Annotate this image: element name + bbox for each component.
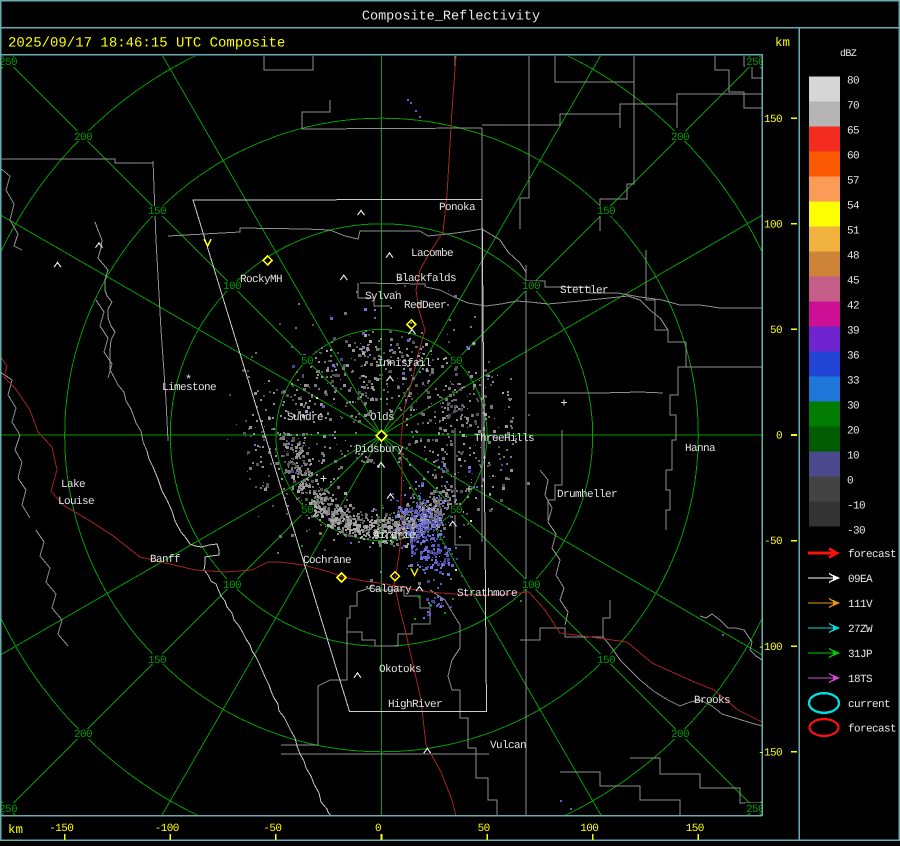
- svg-text:200: 200: [671, 729, 689, 741]
- svg-text:36: 36: [847, 351, 859, 363]
- svg-text:200: 200: [74, 729, 92, 741]
- svg-text:Sylvan: Sylvan: [365, 291, 401, 303]
- svg-text:200: 200: [74, 132, 92, 144]
- svg-text:42: 42: [847, 301, 859, 313]
- svg-text:150: 150: [148, 655, 166, 667]
- svg-text:150: 150: [597, 206, 615, 218]
- svg-text:250: 250: [0, 804, 17, 816]
- svg-text:Composite_Reflectivity: Composite_Reflectivity: [362, 10, 540, 25]
- svg-text:Brooks: Brooks: [694, 695, 730, 707]
- svg-text:50: 50: [478, 823, 490, 835]
- svg-text:dBZ: dBZ: [840, 48, 857, 60]
- svg-text:50: 50: [301, 356, 313, 368]
- svg-text:Innisfail: Innisfail: [377, 358, 431, 370]
- svg-text:*: *: [185, 373, 192, 387]
- svg-text:km: km: [775, 36, 790, 50]
- svg-text:Cochrane: Cochrane: [303, 555, 351, 567]
- svg-text:54: 54: [847, 201, 860, 213]
- svg-text:48: 48: [847, 251, 859, 263]
- svg-text:50: 50: [770, 325, 782, 337]
- svg-text:100: 100: [223, 580, 241, 592]
- svg-text:27ZW: 27ZW: [848, 624, 873, 636]
- svg-text:Sundre: Sundre: [287, 412, 323, 424]
- svg-text:200: 200: [671, 132, 689, 144]
- svg-text:20: 20: [847, 426, 859, 438]
- svg-text:forecast: forecast: [848, 724, 896, 736]
- svg-text:51: 51: [847, 226, 860, 238]
- svg-text:Lake: Lake: [61, 479, 85, 491]
- svg-text:Vulcan: Vulcan: [490, 740, 526, 752]
- svg-text:150: 150: [597, 655, 615, 667]
- svg-text:18TS: 18TS: [848, 674, 873, 686]
- svg-text:Airdrie: Airdrie: [373, 530, 415, 542]
- svg-text:RockyMH: RockyMH: [240, 274, 282, 286]
- svg-text:50: 50: [450, 356, 462, 368]
- svg-text:45: 45: [847, 276, 859, 288]
- svg-text:forecast: forecast: [848, 549, 896, 561]
- svg-text:0: 0: [375, 823, 381, 835]
- svg-text:250: 250: [746, 57, 764, 69]
- svg-text:100: 100: [223, 281, 241, 293]
- svg-text:Louise: Louise: [58, 496, 94, 508]
- svg-text:-100: -100: [758, 642, 782, 654]
- svg-text:current: current: [848, 699, 890, 711]
- svg-text:-10: -10: [847, 501, 865, 513]
- svg-text:Calgary: Calgary: [369, 584, 412, 596]
- svg-text:-150: -150: [49, 823, 73, 835]
- svg-text:31JP: 31JP: [848, 649, 873, 661]
- svg-text:Ponoka: Ponoka: [439, 202, 476, 214]
- svg-text:100: 100: [764, 219, 782, 231]
- svg-text:250: 250: [746, 804, 764, 816]
- svg-text:Banff: Banff: [150, 554, 180, 566]
- svg-text:150: 150: [764, 114, 782, 126]
- svg-text:Hanna: Hanna: [685, 443, 716, 455]
- svg-text:HighRiver: HighRiver: [388, 699, 442, 711]
- svg-text:111V: 111V: [848, 599, 873, 611]
- svg-text:Okotoks: Okotoks: [379, 664, 421, 676]
- svg-text:Drumheller: Drumheller: [557, 489, 617, 501]
- svg-text:150: 150: [148, 206, 166, 218]
- svg-text:09EA: 09EA: [848, 574, 873, 586]
- svg-text:*: *: [470, 340, 477, 354]
- svg-text:65: 65: [847, 126, 859, 138]
- svg-text:Didsbury: Didsbury: [355, 444, 404, 456]
- svg-text:-50: -50: [263, 823, 281, 835]
- svg-text:50: 50: [450, 505, 462, 517]
- svg-text:250: 250: [0, 57, 17, 69]
- svg-text:Stettler: Stettler: [560, 285, 608, 297]
- svg-text:Blackfalds: Blackfalds: [396, 273, 456, 285]
- svg-text:100: 100: [522, 580, 540, 592]
- svg-text:-30: -30: [847, 526, 865, 538]
- svg-text:100: 100: [580, 823, 598, 835]
- svg-text:Lacombe: Lacombe: [411, 248, 453, 260]
- svg-text:Strathmore: Strathmore: [457, 588, 517, 600]
- svg-text:33: 33: [847, 376, 859, 388]
- svg-text:100: 100: [522, 281, 540, 293]
- svg-text:0: 0: [776, 431, 782, 443]
- svg-text:57: 57: [847, 176, 859, 188]
- svg-text:ThreeHills: ThreeHills: [474, 433, 534, 445]
- svg-text:60: 60: [847, 151, 859, 163]
- svg-text:Olds: Olds: [370, 412, 394, 424]
- svg-text:50: 50: [301, 505, 313, 517]
- svg-text:30: 30: [847, 401, 859, 413]
- svg-text:km: km: [8, 823, 23, 837]
- svg-text:80: 80: [847, 76, 859, 88]
- svg-text:2025/09/17 18:46:15 UTC Compos: 2025/09/17 18:46:15 UTC Composite: [8, 36, 285, 52]
- svg-text:0: 0: [847, 476, 853, 488]
- svg-text:150: 150: [686, 823, 704, 835]
- svg-text:39: 39: [847, 326, 859, 338]
- svg-text:70: 70: [847, 101, 859, 113]
- svg-text:-100: -100: [155, 823, 179, 835]
- svg-text:RedDeer: RedDeer: [404, 300, 446, 312]
- svg-text:-150: -150: [758, 747, 782, 759]
- svg-text:10: 10: [847, 451, 859, 463]
- svg-text:-50: -50: [764, 536, 782, 548]
